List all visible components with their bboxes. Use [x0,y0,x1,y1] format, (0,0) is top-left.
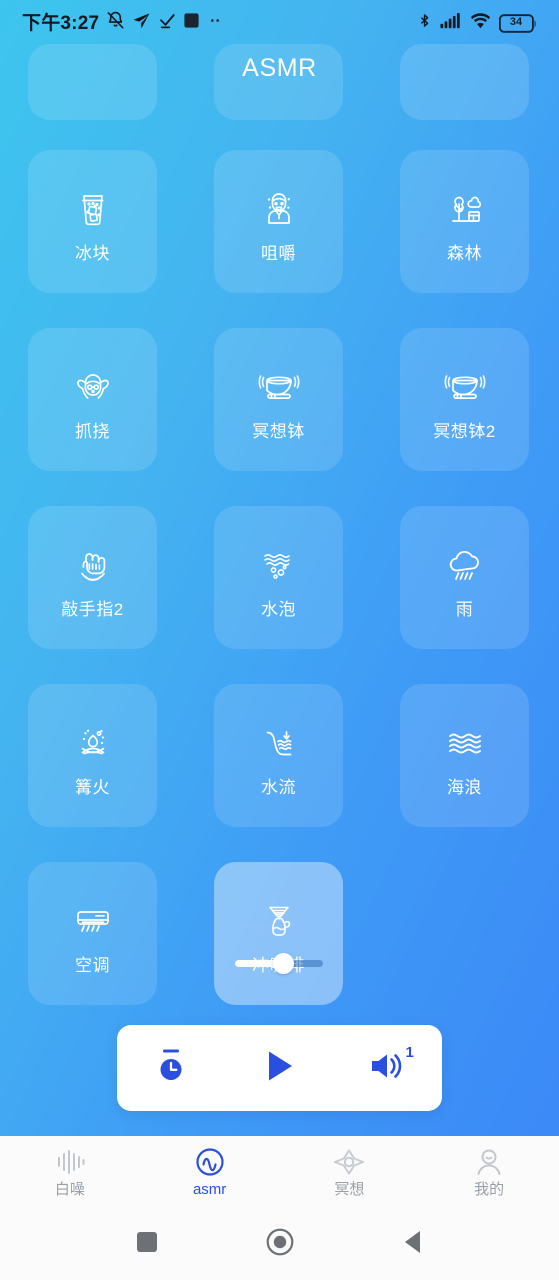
sound-card-air-conditioner[interactable]: 空调 [28,862,157,1005]
sound-card-water-stream[interactable]: 水流 [214,684,343,827]
signal-bars-icon [440,12,462,34]
sound-card-label: 冰块 [75,244,110,263]
tab-profile[interactable]: 我的 [419,1136,559,1208]
home-button[interactable] [250,1220,310,1268]
sound-card-chewing[interactable]: 咀嚼 [214,150,343,293]
status-bar-left: 下午3:27 [22,11,223,35]
check-download-icon [158,12,176,35]
forest-tree-icon [437,181,493,237]
partial-card[interactable] [214,44,343,120]
slider-thumb[interactable] [272,953,294,974]
android-nav-bar [0,1208,559,1280]
tab-meditation[interactable]: 冥想 [280,1136,420,1208]
singing-bowl-2-icon [437,359,493,415]
coffee-brewing-icon [251,893,307,949]
bottom-tab-bar: 白噪 asmr 冥想 我的 [0,1136,559,1208]
back-button[interactable] [383,1220,443,1268]
sound-card-forest[interactable]: 森林 [400,150,529,293]
item-volume-slider[interactable] [235,952,323,974]
sound-grid-scroll-area[interactable]: 冰块 咀嚼 森林 抓挠 冥想钵 冥想钵2 敲手指2 水泡 雨 篝火 水流 海浪 … [0,44,559,1005]
finger-tapping-2-icon [65,537,121,593]
air-conditioner-icon [65,893,121,949]
battery-level: 34 [509,16,523,28]
play-button[interactable] [244,1037,314,1099]
singing-bowl-icon [251,359,307,415]
more-dots-icon [207,12,223,34]
sound-card-ice[interactable]: 冰块 [28,150,157,293]
asmr-wave-circle-icon [195,1147,225,1177]
partial-card[interactable] [28,44,157,120]
sound-card-bubbles[interactable]: 水泡 [214,506,343,649]
tab-label: asmr [192,1181,227,1198]
sound-card-label: 雨 [455,600,474,619]
sound-card-ocean-waves[interactable]: 海浪 [400,684,529,827]
sound-card-label: 冥想钵 [252,422,305,441]
sound-card-label: 抓挠 [75,422,110,441]
rain-cloud-icon [437,537,493,593]
sound-card-label: 篝火 [75,778,110,797]
white-noise-bars-icon [55,1147,85,1177]
volume-button[interactable]: 1 [353,1037,423,1099]
volume-icon [368,1048,408,1089]
timer-button[interactable] [136,1037,206,1099]
sound-card-scratching[interactable]: 抓挠 [28,328,157,471]
recents-square-icon [135,1230,159,1259]
app-screen: 下午3:27 34 ASMR 冰块 咀嚼 森林 抓挠 冥想钵 冥想钵2 敲手指2… [0,0,559,1280]
sound-card-label: 冥想钵2 [433,422,496,441]
sound-card-singing-bowl-2[interactable]: 冥想钵2 [400,328,529,471]
sound-card-label: 森林 [447,244,482,263]
volume-badge: 1 [405,1044,414,1061]
sound-card-label: 空调 [75,956,110,975]
tab-asmr[interactable]: asmr [140,1136,280,1208]
scratching-head-icon [65,359,121,415]
recents-button[interactable] [117,1220,177,1268]
campfire-icon [65,715,121,771]
chewing-person-icon [251,181,307,237]
ocean-waves-icon [437,715,493,771]
wifi-icon [470,12,491,34]
sound-card-label: 水泡 [261,600,296,619]
tab-label: 白噪 [54,1181,85,1198]
home-circle-icon [266,1228,294,1261]
tab-label: 冥想 [334,1181,365,1198]
ice-cubes-glass-icon [65,181,121,237]
play-icon [261,1047,297,1090]
sound-grid: 冰块 咀嚼 森林 抓挠 冥想钵 冥想钵2 敲手指2 水泡 雨 篝火 水流 海浪 … [28,150,531,1005]
status-bar: 下午3:27 34 [0,0,559,46]
sound-card-singing-bowl[interactable]: 冥想钵 [214,328,343,471]
profile-person-icon [474,1147,504,1177]
timer-icon [153,1047,189,1090]
square-app-icon [183,12,200,34]
partial-card[interactable] [400,44,529,120]
bluetooth-icon [417,11,432,35]
sound-card-label: 敲手指2 [61,600,124,619]
sound-card-rain[interactable]: 雨 [400,506,529,649]
status-bar-right: 34 [417,11,537,35]
partial-row-above [0,44,559,120]
status-time: 下午3:27 [22,12,100,34]
sound-card-label: 水流 [261,778,296,797]
sound-card-label: 海浪 [447,778,482,797]
bubbles-icon [251,537,307,593]
battery-icon: 34 [499,13,537,33]
player-bar: 1 [117,1025,442,1111]
tab-white-noise[interactable]: 白噪 [0,1136,140,1208]
sound-card-finger-tapping-2[interactable]: 敲手指2 [28,506,157,649]
tab-label: 我的 [474,1181,505,1198]
send-icon [132,11,151,35]
sound-card-label: 咀嚼 [261,244,296,263]
back-triangle-icon [401,1229,425,1260]
meditation-star-icon [334,1147,365,1177]
sound-card-campfire[interactable]: 篝火 [28,684,157,827]
sound-card-coffee-brewing[interactable]: 冲咖啡 [214,862,343,1005]
bell-mute-icon [106,11,125,35]
water-stream-icon [251,715,307,771]
